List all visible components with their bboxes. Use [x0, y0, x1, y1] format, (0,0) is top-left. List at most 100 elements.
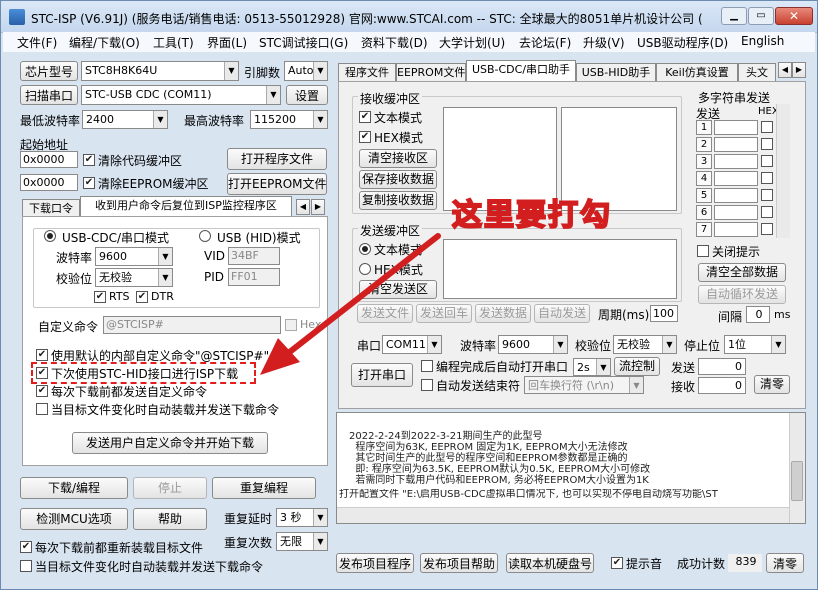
log-scroll-thumb[interactable]: [791, 461, 803, 501]
open-program-file-button[interactable]: 打开程序文件: [227, 148, 327, 170]
close-tip-checkbox[interactable]: [697, 245, 709, 257]
clear-receive-button[interactable]: 清空接收区: [359, 149, 437, 168]
tab-reset-to-isp[interactable]: 收到用户命令后复位到ISP监控程序区: [80, 196, 292, 217]
repeat-program-button[interactable]: 重复编程: [212, 477, 316, 499]
multi-send-row-5[interactable]: 5: [696, 188, 712, 203]
code-address-input[interactable]: 0x0000: [20, 151, 78, 168]
repeat-count-select[interactable]: 无限 ▼: [276, 532, 328, 551]
max-baud-select[interactable]: 115200 ▼: [250, 110, 328, 129]
log-output-area[interactable]: 2022-2-24到2022-3-21期间生产的此型号 程序空间为63K, EE…: [336, 412, 806, 524]
pins-select[interactable]: Auto ▼: [284, 61, 328, 81]
chip-model-button[interactable]: 芯片型号: [20, 61, 78, 81]
recv-hex-mode-checkbox[interactable]: [359, 131, 371, 143]
close-icon[interactable]: ✕: [775, 7, 813, 25]
rts-checkbox[interactable]: [94, 291, 106, 303]
menu-program[interactable]: 编程/下载(O): [69, 34, 140, 51]
recv-text-mode-checkbox[interactable]: [359, 111, 371, 123]
multi-send-input[interactable]: [714, 171, 758, 186]
clear-success-button[interactable]: 清零: [766, 553, 804, 573]
auto-loop-send-button[interactable]: 自动循环发送: [698, 285, 786, 304]
serial-baud-select[interactable]: 9600 ▼: [498, 335, 568, 354]
log-horizontal-scrollbar[interactable]: [337, 507, 789, 523]
menu-forum[interactable]: 去论坛(F): [519, 34, 571, 51]
send-text-area[interactable]: [443, 239, 677, 299]
tab-program-file[interactable]: 程序文件: [338, 63, 396, 81]
tab-header-file[interactable]: 头文: [738, 63, 776, 81]
tab-scroll-left-icon[interactable]: ◀: [296, 199, 310, 215]
clear-count-button[interactable]: 清零: [754, 375, 790, 394]
check-mcu-button[interactable]: 检测MCU选项: [20, 508, 128, 530]
min-baud-select[interactable]: 2400 ▼: [82, 110, 168, 129]
tab-keil-sim[interactable]: Keil仿真设置: [656, 63, 738, 81]
tab-usb-cdc-assistant[interactable]: USB-CDC/串口助手: [466, 60, 576, 81]
menu-usb-driver[interactable]: USB驱动程序(D): [637, 34, 728, 51]
download-program-button[interactable]: 下载/编程: [20, 477, 128, 499]
multi-send-row-7[interactable]: 7: [696, 222, 712, 237]
send-data-button[interactable]: 发送数据: [475, 304, 531, 323]
help-button[interactable]: 帮助: [133, 508, 207, 530]
multi-send-row-6[interactable]: 6: [696, 205, 712, 220]
menu-upgrade[interactable]: 升级(V): [583, 34, 625, 51]
menu-file[interactable]: 文件(F): [17, 34, 57, 51]
reload-each-checkbox[interactable]: [20, 541, 32, 553]
menu-university[interactable]: 大学计划(U): [439, 34, 505, 51]
multi-send-input[interactable]: [714, 205, 758, 220]
serial-parity-select[interactable]: 无校验 ▼: [613, 335, 677, 354]
minimize-icon[interactable]: ▁: [721, 7, 747, 25]
usb-cdc-mode-radio[interactable]: [44, 230, 56, 242]
sound-tip-checkbox[interactable]: [611, 557, 623, 569]
multi-send-input[interactable]: [714, 222, 758, 237]
chip-model-select[interactable]: STC8H8K64U ▼: [81, 61, 239, 81]
clear-code-checkbox[interactable]: [83, 154, 95, 166]
publish-project-button[interactable]: 发布项目程序: [336, 553, 414, 573]
multi-hex-checkbox[interactable]: [761, 155, 773, 167]
multi-hex-checkbox[interactable]: [761, 189, 773, 201]
parity-select[interactable]: 无校验 ▼: [95, 268, 173, 287]
menu-interface[interactable]: 界面(L): [207, 34, 247, 51]
menu-debug[interactable]: STC调试接口(G): [259, 34, 348, 51]
settings-button[interactable]: 设置: [286, 85, 328, 105]
dtr-checkbox[interactable]: [136, 291, 148, 303]
send-before-download-checkbox[interactable]: [36, 385, 48, 397]
open-eeprom-file-button[interactable]: 打开EEPROM文件: [227, 173, 327, 195]
send-custom-command-button[interactable]: 发送用户自定义命令并开始下载: [72, 432, 268, 454]
multi-send-row-4[interactable]: 4: [696, 171, 712, 186]
default-command-checkbox[interactable]: [36, 349, 48, 361]
flow-control-button[interactable]: 流控制: [614, 357, 660, 376]
tab-scroll-right-icon[interactable]: ▶: [792, 62, 806, 78]
baud-rate-select[interactable]: 9600 ▼: [95, 247, 173, 266]
multi-send-input[interactable]: [714, 188, 758, 203]
multi-hex-checkbox[interactable]: [761, 138, 773, 150]
clear-eeprom-checkbox[interactable]: [83, 177, 95, 189]
usb-hid-mode-radio[interactable]: [199, 230, 211, 242]
multi-hex-checkbox[interactable]: [761, 121, 773, 133]
tab-download-password[interactable]: 下载口令: [22, 199, 80, 217]
multi-send-row-3[interactable]: 3: [696, 154, 712, 169]
maximize-icon[interactable]: ▭: [748, 7, 774, 25]
menu-english[interactable]: English: [741, 34, 784, 48]
multi-send-input[interactable]: [714, 154, 758, 169]
tab-scroll-right-icon[interactable]: ▶: [311, 199, 325, 215]
multi-send-input[interactable]: [714, 120, 758, 135]
multi-hex-checkbox[interactable]: [761, 223, 773, 235]
repeat-delay-select[interactable]: 3 秒 ▼: [276, 508, 328, 527]
read-disk-id-button[interactable]: 读取本机硬盘号: [506, 553, 594, 573]
stop-button[interactable]: 停止: [133, 477, 207, 499]
menu-tools[interactable]: 工具(T): [153, 34, 194, 51]
auto-send-end-checkbox[interactable]: [421, 379, 433, 391]
scan-port-button[interactable]: 扫描串口: [20, 85, 78, 105]
period-input[interactable]: 100: [650, 305, 678, 322]
line-end-select[interactable]: 回车换行符 (\r\n) ▼: [524, 376, 644, 394]
multi-send-row-2[interactable]: 2: [696, 137, 712, 152]
multi-hex-checkbox[interactable]: [761, 172, 773, 184]
multi-send-row-1[interactable]: 1: [696, 120, 712, 135]
tab-usb-hid-assistant[interactable]: USB-HID助手: [576, 63, 656, 81]
port-select[interactable]: STC-USB CDC (COM11) ▼: [81, 85, 281, 105]
stop-bits-select[interactable]: 1位 ▼: [724, 335, 786, 354]
publish-help-button[interactable]: 发布项目帮助: [420, 553, 498, 573]
eeprom-address-input[interactable]: 0x0000: [20, 174, 78, 191]
tab-eeprom-file[interactable]: EEPROM文件: [396, 63, 466, 81]
multi-send-scrollbar[interactable]: [776, 104, 790, 238]
multi-send-input[interactable]: [714, 137, 758, 152]
save-receive-button[interactable]: 保存接收数据: [359, 170, 437, 189]
